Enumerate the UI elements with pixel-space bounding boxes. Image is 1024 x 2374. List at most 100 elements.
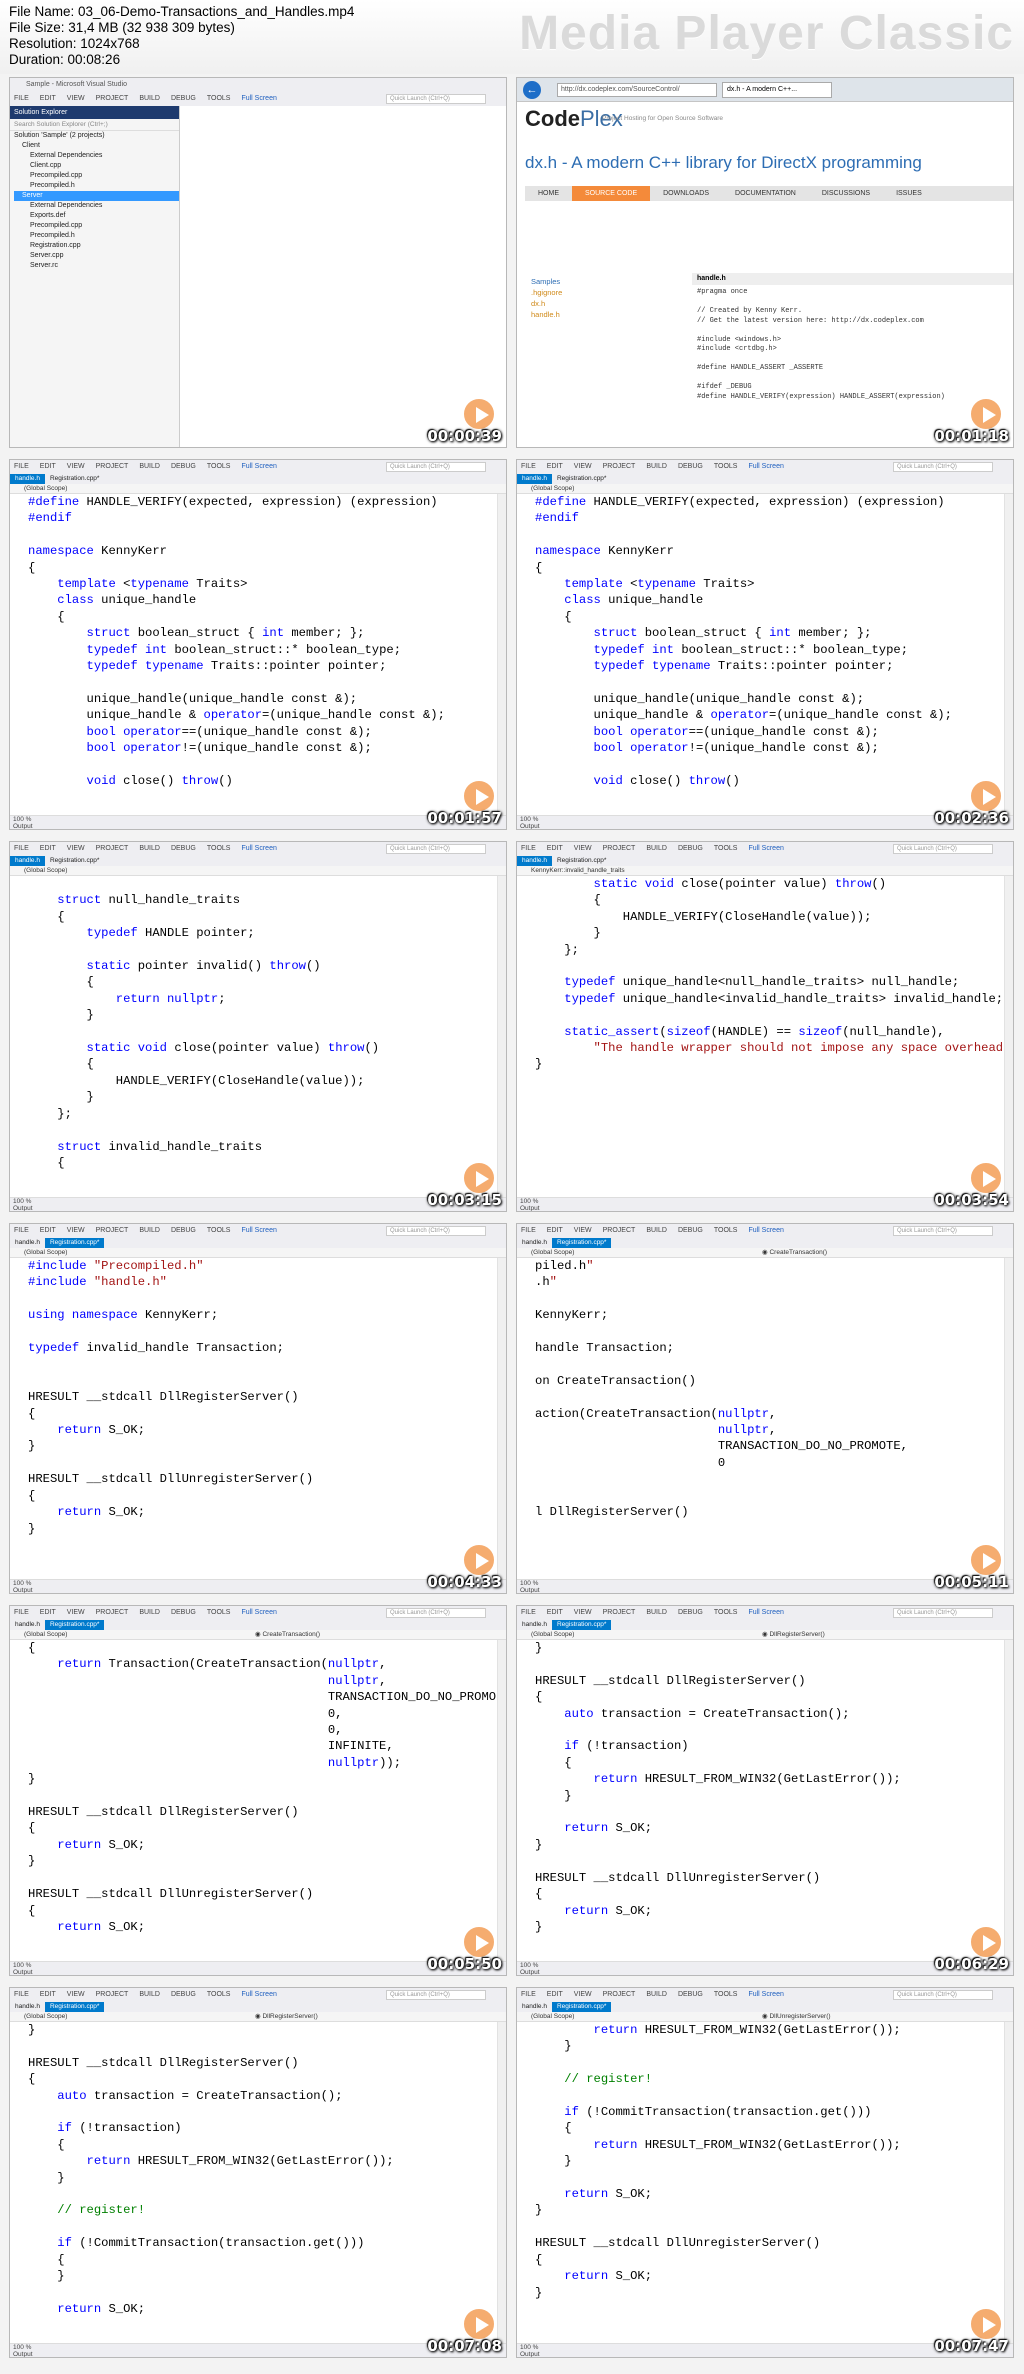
quick-launch-input[interactable]: Quick Launch (Ctrl+Q) bbox=[386, 844, 486, 854]
menu-item[interactable]: VIEW bbox=[574, 1991, 592, 1998]
menu-item[interactable]: BUILD bbox=[139, 95, 160, 102]
file-tab[interactable]: Registration.cpp* bbox=[552, 856, 612, 866]
menu-item[interactable]: FILE bbox=[14, 1991, 29, 1998]
member-dropdown[interactable]: ◉ CreateTransaction() bbox=[762, 1248, 827, 1258]
vertical-scrollbar[interactable] bbox=[497, 1640, 506, 1961]
tree-item[interactable]: External Dependencies bbox=[14, 201, 179, 211]
menu-item[interactable]: EDIT bbox=[547, 463, 563, 470]
nav-tab[interactable]: ISSUES bbox=[883, 186, 935, 201]
menu-item[interactable]: FILE bbox=[521, 1991, 536, 1998]
file-link[interactable]: .hgignore bbox=[531, 287, 562, 298]
menu-item[interactable]: Full Screen bbox=[241, 1609, 276, 1616]
menu-item[interactable]: VIEW bbox=[574, 1609, 592, 1616]
menu-item[interactable]: EDIT bbox=[40, 1609, 56, 1616]
code-editor[interactable]: #define HANDLE_VERIFY(expected, expressi… bbox=[10, 494, 506, 815]
menu-item[interactable]: FILE bbox=[14, 845, 29, 852]
menu-item[interactable]: BUILD bbox=[139, 463, 160, 470]
menu-item[interactable]: DEBUG bbox=[171, 1609, 196, 1616]
file-tab[interactable]: handle.h bbox=[517, 474, 552, 484]
menu-item[interactable]: VIEW bbox=[67, 463, 85, 470]
menu-item[interactable]: FILE bbox=[521, 1227, 536, 1234]
quick-launch-input[interactable]: Quick Launch (Ctrl+Q) bbox=[893, 1608, 993, 1618]
menu-item[interactable]: DEBUG bbox=[678, 1609, 703, 1616]
vertical-scrollbar[interactable] bbox=[1004, 494, 1013, 815]
menu-item[interactable]: BUILD bbox=[139, 845, 160, 852]
tree-item[interactable]: Server bbox=[14, 191, 179, 201]
menu-item[interactable]: PROJECT bbox=[96, 845, 129, 852]
menu-item[interactable]: DEBUG bbox=[171, 463, 196, 470]
menu-item[interactable]: VIEW bbox=[67, 1609, 85, 1616]
member-dropdown[interactable]: ◉ CreateTransaction() bbox=[255, 1630, 320, 1640]
scope-dropdown[interactable]: (Global Scope) bbox=[531, 1630, 574, 1640]
menu-item[interactable]: TOOLS bbox=[207, 845, 231, 852]
menu-item[interactable]: Full Screen bbox=[748, 1991, 783, 1998]
menu-item[interactable]: FILE bbox=[14, 95, 29, 102]
menu-item[interactable]: BUILD bbox=[139, 1227, 160, 1234]
menu-item[interactable]: DEBUG bbox=[171, 1227, 196, 1234]
menu-item[interactable]: EDIT bbox=[40, 1991, 56, 1998]
file-tab[interactable]: handle.h bbox=[10, 474, 45, 484]
menu-item[interactable]: Full Screen bbox=[241, 95, 276, 102]
file-tab[interactable]: Registration.cpp* bbox=[551, 2002, 612, 2012]
nav-tab[interactable]: DOWNLOADS bbox=[650, 186, 722, 201]
quick-launch-input[interactable]: Quick Launch (Ctrl+Q) bbox=[893, 1990, 993, 2000]
menu-item[interactable]: TOOLS bbox=[714, 1609, 738, 1616]
scope-dropdown[interactable]: (Global Scope) bbox=[24, 484, 67, 494]
scope-dropdown[interactable]: (Global Scope) bbox=[24, 2012, 67, 2022]
nav-tab[interactable]: DOCUMENTATION bbox=[722, 186, 809, 201]
menu-item[interactable]: TOOLS bbox=[714, 463, 738, 470]
file-tab[interactable]: Registration.cpp* bbox=[44, 1238, 105, 1248]
menu-item[interactable]: DEBUG bbox=[678, 1991, 703, 1998]
menu-item[interactable]: BUILD bbox=[646, 1609, 667, 1616]
menu-item[interactable]: Full Screen bbox=[748, 1609, 783, 1616]
tree-item[interactable]: Precompiled.h bbox=[14, 181, 179, 191]
menu-item[interactable]: TOOLS bbox=[207, 1609, 231, 1616]
menu-item[interactable]: FILE bbox=[14, 463, 29, 470]
file-tab[interactable]: Registration.cpp* bbox=[552, 474, 612, 484]
nav-tab[interactable]: SOURCE CODE bbox=[572, 186, 651, 201]
menu-item[interactable]: DEBUG bbox=[171, 1991, 196, 1998]
file-tab[interactable]: Registration.cpp* bbox=[551, 1238, 612, 1248]
menu-item[interactable]: BUILD bbox=[646, 463, 667, 470]
file-tab[interactable]: handle.h bbox=[10, 2002, 45, 2012]
menu-item[interactable]: BUILD bbox=[646, 845, 667, 852]
tree-item[interactable]: Client bbox=[14, 141, 179, 151]
menu-item[interactable]: PROJECT bbox=[96, 1227, 129, 1234]
member-dropdown[interactable]: ◉ DllUnregisterServer() bbox=[762, 2012, 831, 2022]
scope-dropdown[interactable]: (Global Scope) bbox=[531, 1248, 574, 1258]
menu-item[interactable]: VIEW bbox=[67, 1227, 85, 1234]
menu-item[interactable]: TOOLS bbox=[714, 845, 738, 852]
code-editor[interactable]: } HRESULT __stdcall DllRegisterServer() … bbox=[517, 1640, 1013, 1961]
menu-item[interactable]: Full Screen bbox=[748, 845, 783, 852]
vertical-scrollbar[interactable] bbox=[1004, 876, 1013, 1197]
menu-item[interactable]: FILE bbox=[521, 845, 536, 852]
menu-item[interactable]: Full Screen bbox=[748, 1227, 783, 1234]
vertical-scrollbar[interactable] bbox=[1004, 2022, 1013, 2343]
menu-item[interactable]: Full Screen bbox=[241, 1991, 276, 1998]
scope-dropdown[interactable]: KennyKerr::invalid_handle_traits bbox=[531, 866, 625, 876]
nav-tab[interactable]: HOME bbox=[525, 186, 572, 201]
file-tab[interactable]: handle.h bbox=[517, 2002, 552, 2012]
back-arrow-icon[interactable]: ← bbox=[523, 81, 541, 99]
menu-item[interactable]: DEBUG bbox=[171, 845, 196, 852]
file-tab[interactable]: handle.h bbox=[517, 1620, 552, 1630]
tree-item[interactable]: Server.rc bbox=[14, 261, 179, 271]
quick-launch-input[interactable]: Quick Launch (Ctrl+Q) bbox=[386, 1990, 486, 2000]
scope-dropdown[interactable]: (Global Scope) bbox=[24, 1630, 67, 1640]
menu-item[interactable]: VIEW bbox=[67, 1991, 85, 1998]
tree-item[interactable]: Precompiled.cpp bbox=[14, 221, 179, 231]
vertical-scrollbar[interactable] bbox=[497, 2022, 506, 2343]
file-tab[interactable]: Registration.cpp* bbox=[44, 1620, 105, 1630]
member-dropdown[interactable]: ◉ DllRegisterServer() bbox=[762, 1630, 825, 1640]
vertical-scrollbar[interactable] bbox=[497, 1258, 506, 1579]
menu-item[interactable]: EDIT bbox=[547, 1227, 563, 1234]
menu-item[interactable]: TOOLS bbox=[207, 463, 231, 470]
menu-item[interactable]: TOOLS bbox=[207, 95, 231, 102]
menu-item[interactable]: EDIT bbox=[547, 1991, 563, 1998]
file-link[interactable]: handle.h bbox=[531, 309, 562, 320]
menu-item[interactable]: DEBUG bbox=[678, 463, 703, 470]
scope-dropdown[interactable]: (Global Scope) bbox=[24, 1248, 67, 1258]
menu-item[interactable]: FILE bbox=[521, 1609, 536, 1616]
code-editor[interactable]: #include "Precompiled.h" #include "handl… bbox=[10, 1258, 506, 1579]
member-dropdown[interactable]: ◉ DllRegisterServer() bbox=[255, 2012, 318, 2022]
